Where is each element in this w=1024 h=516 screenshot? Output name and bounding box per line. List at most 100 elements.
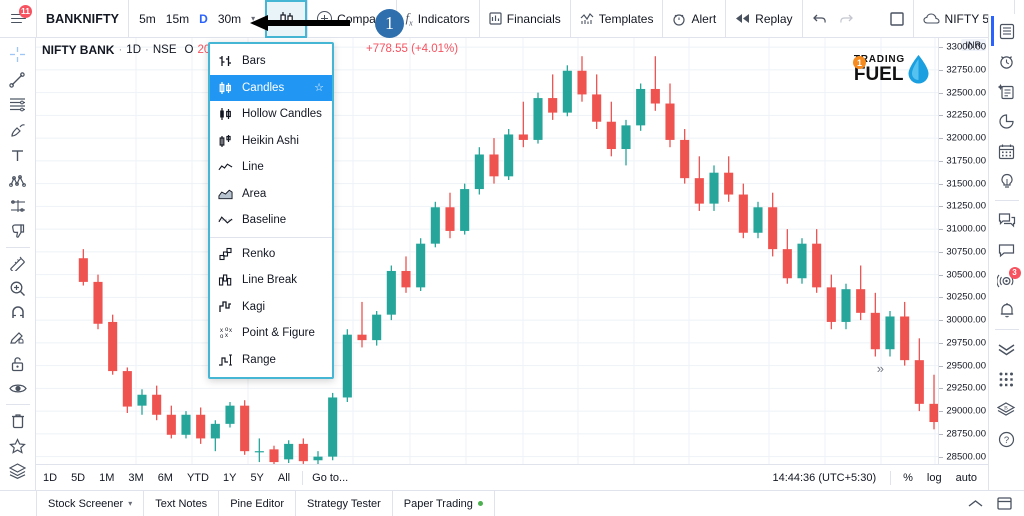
range-button-6m[interactable]: 6M <box>151 472 180 484</box>
chart-pane[interactable]: NIFTY BANK · 1D · NSE O20394.75 H2 +778.… <box>36 38 938 468</box>
chart-type-option-area[interactable]: Area <box>210 181 332 208</box>
templates-button[interactable]: Templates <box>571 0 664 38</box>
right-sidebar: 3 B ? <box>988 14 1024 516</box>
watchlist-icon[interactable] <box>991 16 1023 46</box>
cross-cursor-icon[interactable] <box>2 42 34 67</box>
price-axis-tick <box>939 69 943 71</box>
chevron-up-icon[interactable] <box>968 499 983 509</box>
timeframe-15m[interactable]: 15m <box>166 12 189 26</box>
forecast-icon[interactable] <box>2 193 34 218</box>
thumbs-down-icon[interactable] <box>2 218 34 243</box>
range-button-3m[interactable]: 3M <box>121 472 150 484</box>
chart-type-option-line[interactable]: Line <box>210 154 332 181</box>
chart-type-option-hollow-candles[interactable]: Hollow Candles <box>210 101 332 128</box>
eye-icon[interactable] <box>2 376 34 401</box>
chart-type-option-line-break[interactable]: Line Break <box>210 267 332 294</box>
measure-ruler-icon[interactable] <box>2 250 34 275</box>
bottom-tab-paper-trading[interactable]: Paper Trading <box>393 490 495 516</box>
chart-type-label: Bars <box>242 55 266 68</box>
redo-icon[interactable] <box>839 13 853 24</box>
timeframe-30m[interactable]: 30m <box>218 12 241 26</box>
symbol-label: BANKNIFTY <box>46 11 120 26</box>
chart-type-option-renko[interactable]: Renko <box>210 241 332 268</box>
symbol-search-button[interactable]: BANKNIFTY <box>37 0 130 38</box>
drawing-mode-icon[interactable] <box>2 326 34 351</box>
price-axis-label: 32250.00 <box>946 109 986 121</box>
ideas-lightbulb-icon[interactable] <box>991 166 1023 196</box>
scale-auto-button[interactable]: auto <box>949 472 984 484</box>
patterns-icon[interactable] <box>2 168 34 193</box>
financials-button[interactable]: Financials <box>480 0 571 38</box>
svg-text:?: ? <box>1004 435 1009 446</box>
toolbar-divider <box>5 404 30 406</box>
private-chat-icon[interactable] <box>991 235 1023 265</box>
scroll-to-realtime-button[interactable]: » <box>877 361 884 376</box>
range-button-1y[interactable]: 1Y <box>216 472 243 484</box>
bottom-tab-strategy-tester[interactable]: Strategy Tester <box>296 490 393 516</box>
range-button-ytd[interactable]: YTD <box>180 472 216 484</box>
price-axis-tick <box>939 251 943 253</box>
brush-icon[interactable] <box>2 118 34 143</box>
chart-type-option-heikin-ashi[interactable]: Heikin Ashi <box>210 128 332 155</box>
notifications-bell-icon[interactable] <box>991 295 1023 325</box>
trash-icon[interactable] <box>2 408 34 433</box>
chart-type-button[interactable] <box>265 0 309 38</box>
stream-icon[interactable]: 3 <box>991 265 1023 295</box>
plus-circle-icon <box>317 11 333 26</box>
bottom-tab-text-notes[interactable]: Text Notes <box>144 490 220 516</box>
alert-button[interactable]: Alert <box>663 0 727 38</box>
chart-type-option-range[interactable]: Range <box>210 347 332 374</box>
chart-type-option-baseline[interactable]: Baseline <box>210 207 332 234</box>
scale-log-button[interactable]: log <box>920 472 949 484</box>
scale-percent-button[interactable]: % <box>896 472 920 484</box>
bottom-tab-stock-screener[interactable]: Stock Screener ▾ <box>36 490 145 516</box>
indicators-button[interactable]: fx Indicators <box>397 0 480 38</box>
calendar-icon[interactable] <box>991 136 1023 166</box>
trend-line-icon[interactable] <box>2 67 34 92</box>
active-status-dot <box>477 501 483 506</box>
favorites-star-icon[interactable] <box>2 434 34 459</box>
range-button-5d[interactable]: 5D <box>64 472 92 484</box>
chart-type-option-bars[interactable]: Bars <box>210 48 332 75</box>
chat-icon[interactable] <box>991 205 1023 235</box>
lock-icon[interactable] <box>2 351 34 376</box>
panel-icon[interactable] <box>997 497 1012 510</box>
magnet-icon[interactable] <box>2 301 34 326</box>
help-icon[interactable]: ? <box>991 424 1023 454</box>
text-tool-icon[interactable] <box>2 143 34 168</box>
divider <box>890 470 892 485</box>
horizontal-lines-icon[interactable] <box>2 92 34 117</box>
bottom-tab-pine-editor[interactable]: Pine Editor <box>219 490 296 516</box>
chart-type-label: Heikin Ashi <box>242 134 299 147</box>
timeframe-d[interactable]: D <box>199 12 208 26</box>
timeframe-5m[interactable]: 5m <box>139 12 156 26</box>
replay-button[interactable]: Replay <box>726 0 803 38</box>
favorite-star-icon[interactable]: ☆ <box>314 81 324 94</box>
chart-type-option-kagi[interactable]: Kagi <box>210 294 332 321</box>
chart-type-option-point-figure[interactable]: x o o x x Point & Figure <box>210 320 332 347</box>
price-axis-label: 33000.00 <box>946 41 986 53</box>
undo-icon[interactable] <box>812 13 827 24</box>
layers-icon[interactable]: B <box>991 394 1023 424</box>
chevron-collapse-icon[interactable] <box>991 334 1023 364</box>
chart-type-option-candles[interactable]: Candles ☆ <box>210 74 332 101</box>
range-button-1d[interactable]: 1D <box>36 472 64 484</box>
layout-button[interactable] <box>881 0 914 38</box>
chart-type-dropdown[interactable]: Bars Candles ☆ Hollow Candles Heikin Ashi Lin… <box>208 42 334 379</box>
zoom-in-icon[interactable] <box>2 276 34 301</box>
price-axis-tick <box>939 160 943 162</box>
main-menu-button[interactable]: 11 <box>0 0 37 38</box>
range-button-all[interactable]: All <box>271 472 297 484</box>
object-tree-icon[interactable] <box>2 459 34 484</box>
goto-button[interactable]: Go to... <box>308 472 352 484</box>
price-axis-label: 29750.00 <box>946 337 986 349</box>
price-axis[interactable]: INR 33000.00 32750.00 32500.00 32250.00 3200… <box>938 38 988 468</box>
trading-panel-icon[interactable] <box>991 364 1023 394</box>
hotlist-icon[interactable] <box>991 106 1023 136</box>
chevron-down-icon[interactable]: ▾ <box>251 14 255 23</box>
alarm-clock-icon[interactable] <box>991 46 1023 76</box>
range-button-1m[interactable]: 1M <box>92 472 121 484</box>
range-button-5y[interactable]: 5Y <box>243 472 270 484</box>
chart-area[interactable]: NIFTY BANK · 1D · NSE O20394.75 H2 +778.… <box>36 38 988 490</box>
data-window-icon[interactable] <box>991 76 1023 106</box>
